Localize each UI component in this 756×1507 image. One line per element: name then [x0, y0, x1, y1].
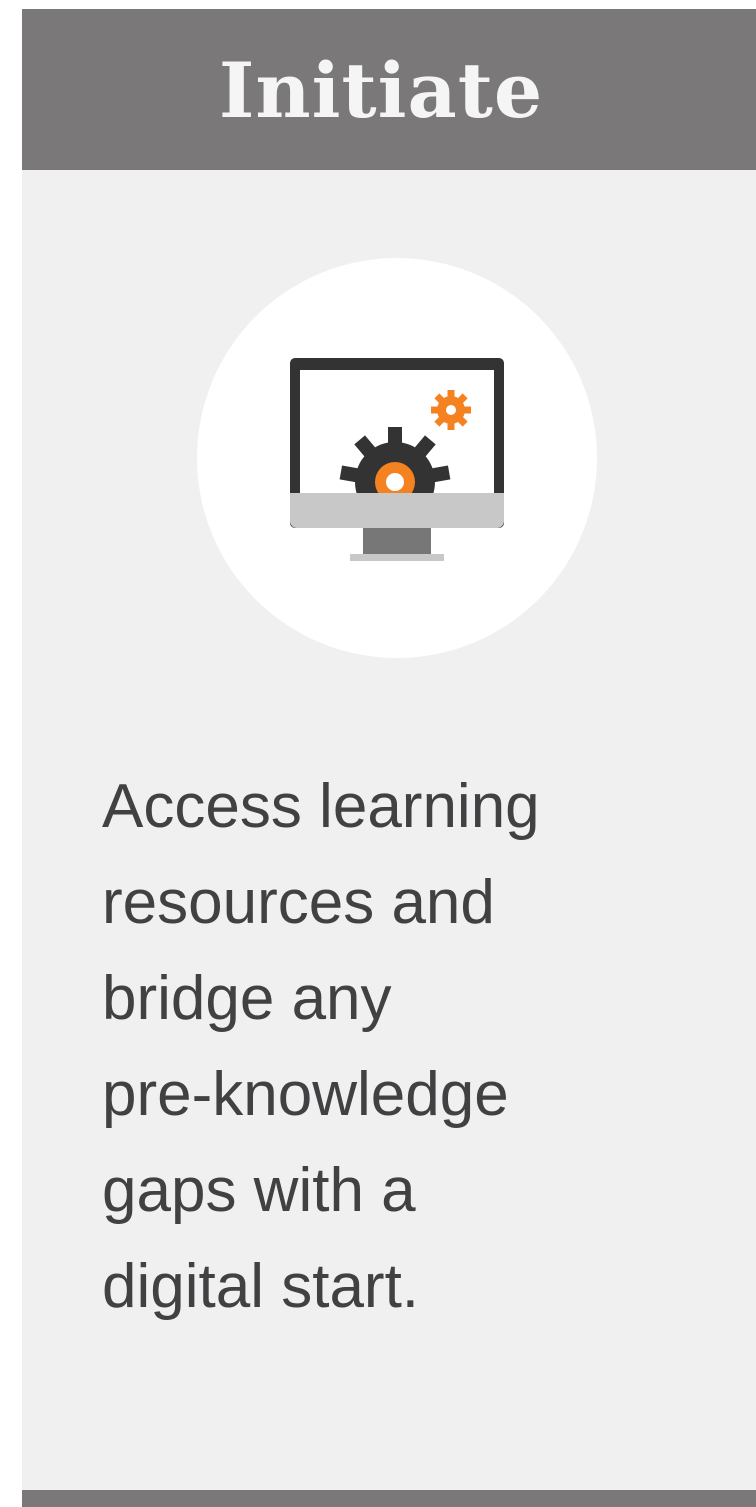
- icon-circle: [197, 258, 597, 658]
- card-description: Access learning resources and bridge any…: [102, 772, 540, 1321]
- computer-gear-icon: [290, 358, 504, 561]
- card-bottom-bar: [22, 1490, 756, 1507]
- card-title: Initiate: [218, 46, 544, 135]
- initiate-card: Initiate Access learning resources and b…: [22, 9, 756, 1507]
- card-header: Initiate: [22, 9, 756, 170]
